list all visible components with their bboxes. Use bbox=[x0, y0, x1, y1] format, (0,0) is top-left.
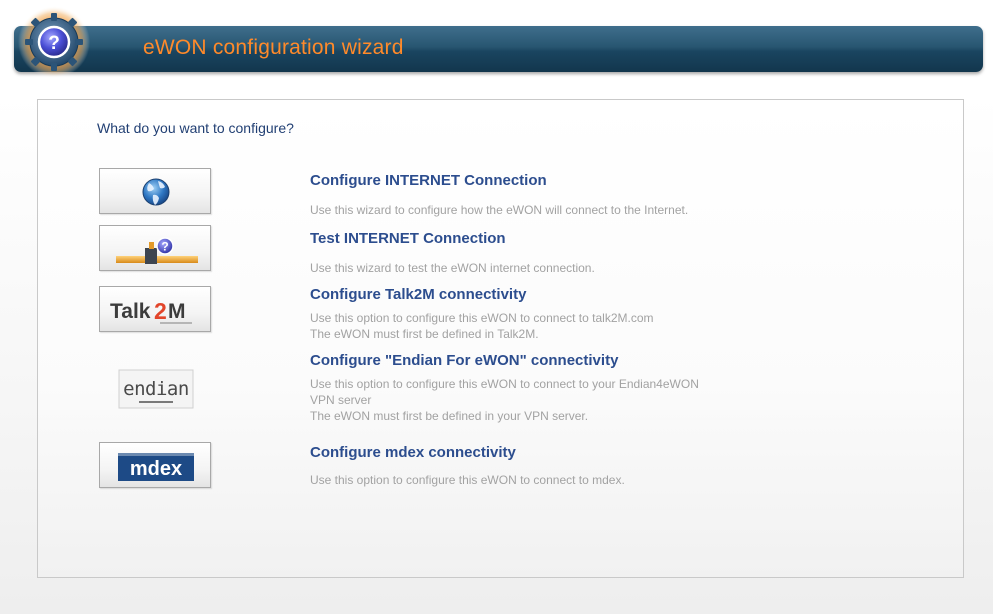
test-internet-link[interactable]: Test INTERNET Connection bbox=[310, 230, 506, 247]
network-test-icon: ? bbox=[116, 237, 198, 264]
configure-endian-description: Use this option to configure this eWON t… bbox=[310, 376, 699, 424]
mdex-logo: mdex bbox=[118, 453, 194, 481]
help-question-icon: ? bbox=[18, 6, 94, 82]
description-line: Use this option to configure this eWON t… bbox=[310, 311, 654, 325]
test-internet-description: Use this wizard to test the eWON interne… bbox=[310, 260, 595, 276]
configure-mdex-button[interactable]: mdex bbox=[99, 442, 211, 488]
configure-mdex-link[interactable]: Configure mdex connectivity bbox=[310, 444, 516, 461]
configure-internet-link[interactable]: Configure INTERNET Connection bbox=[310, 172, 547, 189]
options-panel: What do you want to configure? Configure… bbox=[37, 99, 964, 578]
description-line: Use this wizard to configure how the eWO… bbox=[310, 203, 689, 217]
test-internet-button[interactable]: ? bbox=[99, 225, 211, 271]
svg-text:2: 2 bbox=[154, 298, 167, 324]
description-line: The eWON must first be defined in your V… bbox=[310, 409, 589, 423]
configure-internet-button[interactable] bbox=[99, 168, 211, 214]
configure-internet-description: Use this wizard to configure how the eWO… bbox=[310, 202, 688, 218]
svg-text:M: M bbox=[168, 300, 186, 323]
configure-talk2m-button[interactable]: Talk 2 M bbox=[99, 286, 211, 332]
description-line: VPN server bbox=[310, 393, 372, 407]
svg-text:mdex: mdex bbox=[130, 458, 182, 480]
configure-talk2m-description: Use this option to configure this eWON t… bbox=[310, 310, 654, 342]
svg-text:?: ? bbox=[48, 33, 60, 54]
talk2m-logo: Talk 2 M bbox=[110, 298, 192, 324]
description-line: Use this wizard to test the eWON interne… bbox=[310, 261, 595, 275]
page-title: eWON configuration wizard bbox=[143, 36, 404, 59]
endian-logo: endian bbox=[118, 369, 194, 409]
svg-text:?: ? bbox=[161, 240, 168, 254]
description-line: Use this option to configure this eWON t… bbox=[310, 473, 625, 487]
configure-endian-button[interactable]: endian bbox=[99, 366, 211, 412]
description-line: Use this option to configure this eWON t… bbox=[310, 377, 699, 391]
svg-text:endian: endian bbox=[123, 378, 189, 400]
svg-text:Talk: Talk bbox=[110, 300, 151, 323]
question-label: What do you want to configure? bbox=[97, 120, 294, 136]
configure-talk2m-link[interactable]: Configure Talk2M connectivity bbox=[310, 286, 526, 303]
configure-endian-link[interactable]: Configure "Endian For eWON" connectivity bbox=[310, 352, 618, 369]
configure-mdex-description: Use this option to configure this eWON t… bbox=[310, 472, 625, 488]
globe-icon bbox=[142, 178, 170, 206]
wizard-header: eWON configuration wizard bbox=[14, 26, 983, 72]
description-line: The eWON must first be defined in Talk2M… bbox=[310, 327, 539, 341]
